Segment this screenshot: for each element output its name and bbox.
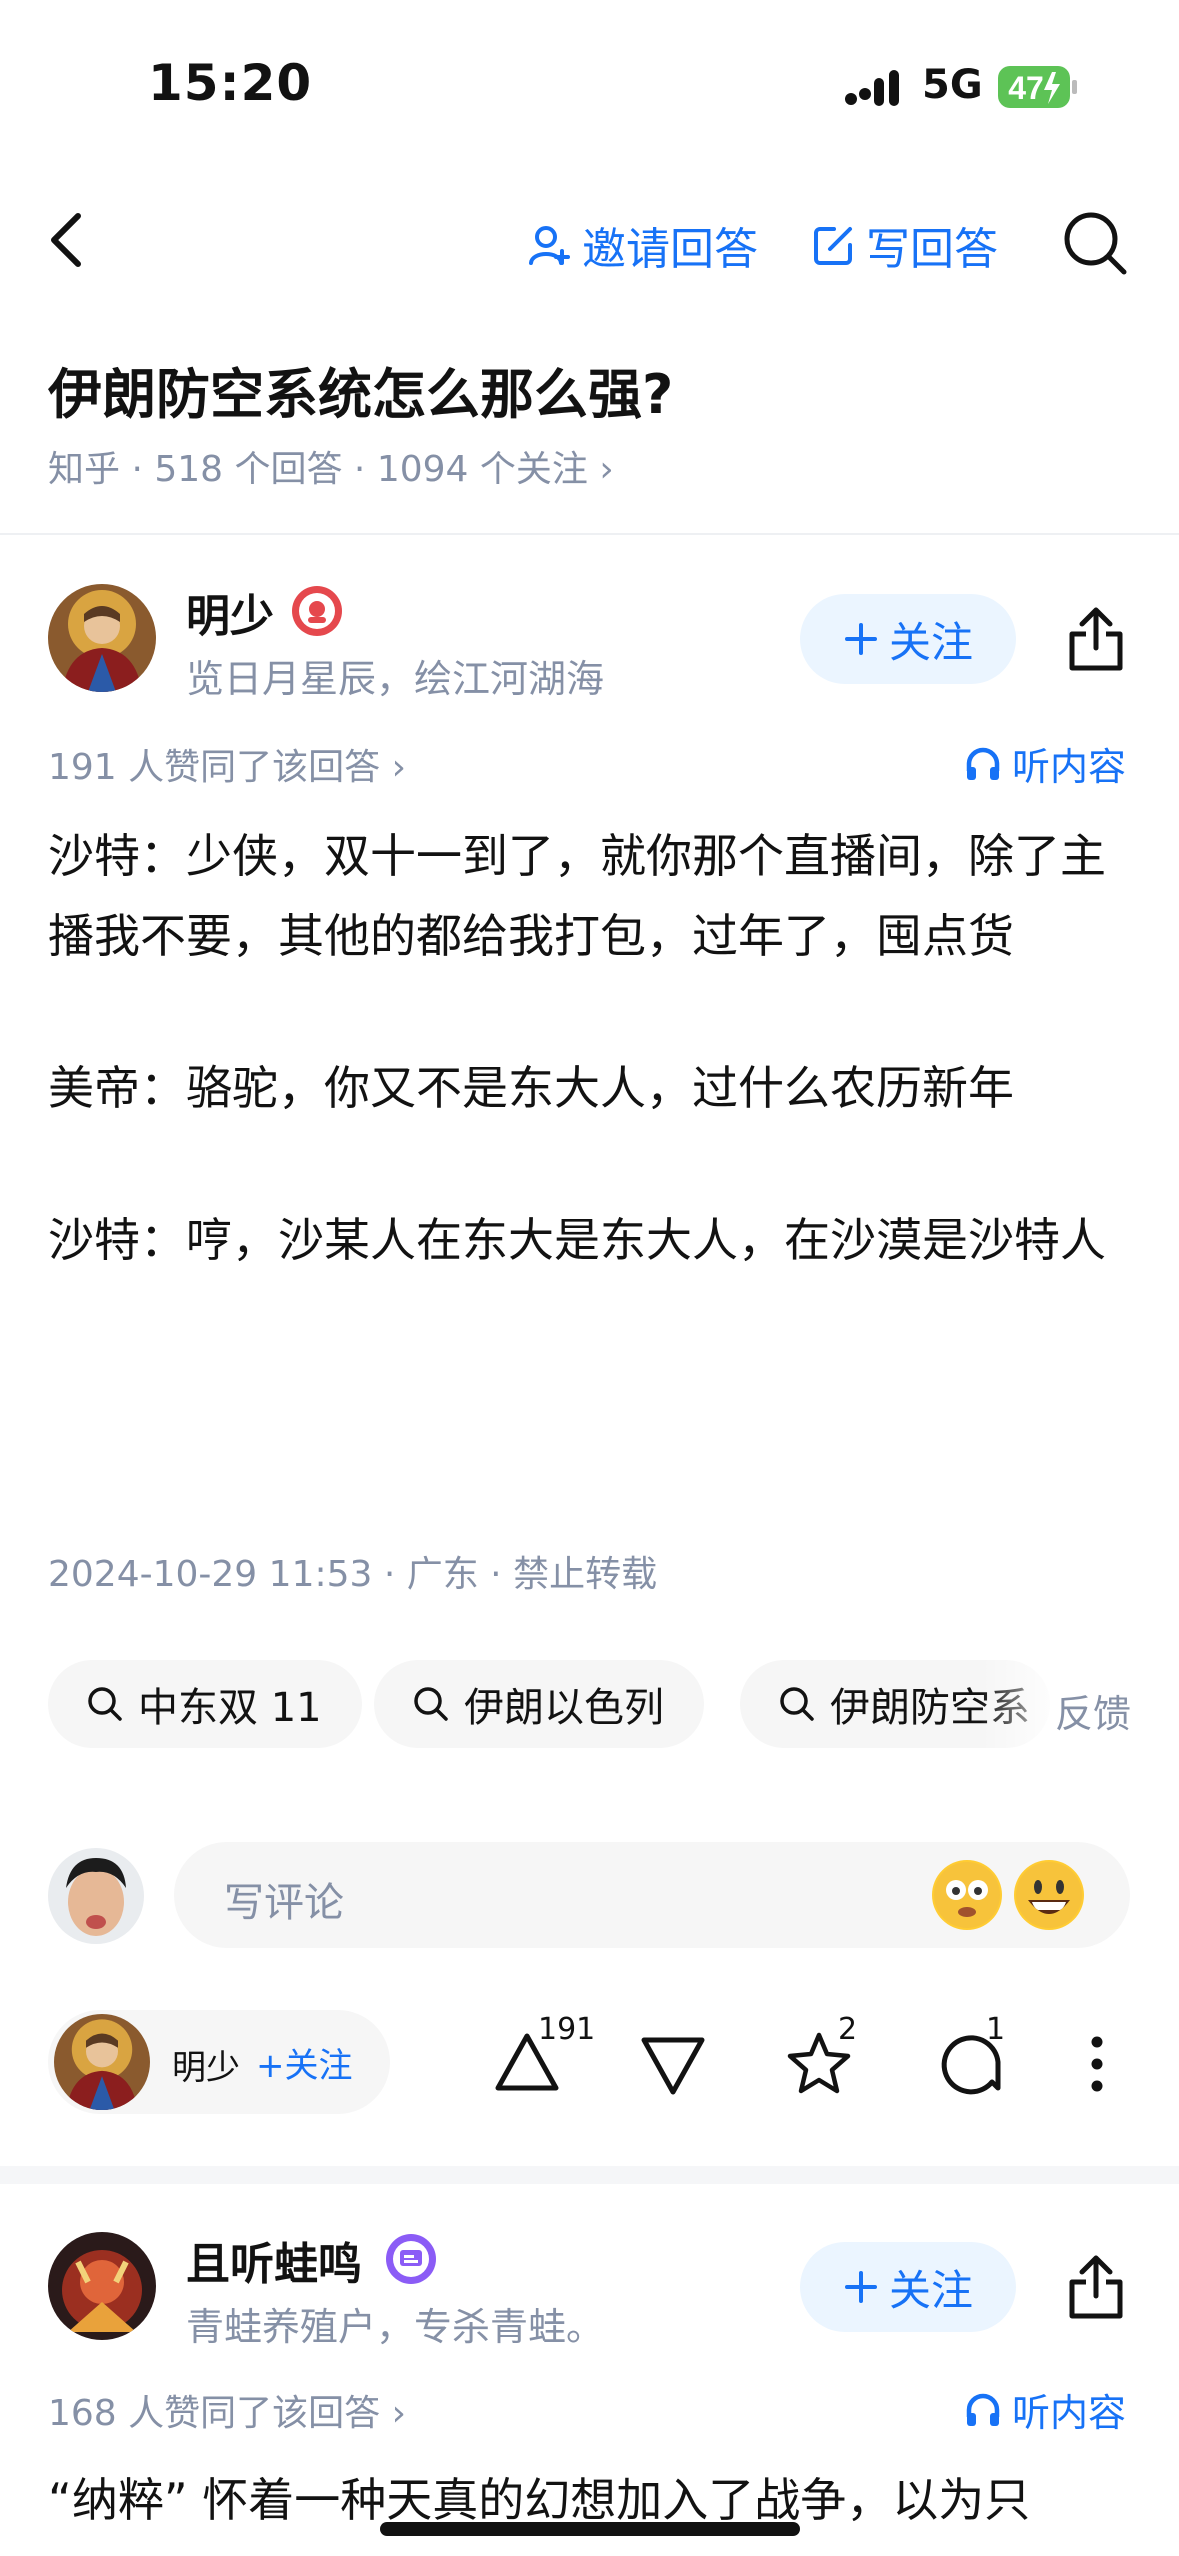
listen-button[interactable]: 听内容 [964,2382,1126,2437]
battery-icon: 47 [998,66,1078,108]
write-answer-button[interactable]: 写回答 [812,212,998,278]
listen-button[interactable]: 听内容 [964,736,1126,791]
share-icon[interactable] [1064,2252,1128,2322]
bar-author-avatar[interactable] [54,2014,150,2110]
favorite-count: 2 [838,2012,858,2047]
home-indicator[interactable] [380,2522,800,2536]
author-bio: 青蛙养殖户，专杀青蛙。 [186,2305,605,2349]
signal-icon [845,70,905,106]
author-avatar[interactable] [48,584,156,692]
badge-icon [292,586,342,636]
headphones-icon [964,745,1002,783]
search-icon[interactable] [1060,208,1130,278]
battery-level: 47 [1008,70,1044,106]
follow-label: 关注 [888,2265,973,2315]
upvote-count: 191 [538,2012,596,2047]
grinning-emoji-icon[interactable] [1014,1860,1084,1930]
user-avatar[interactable] [48,1848,144,1944]
search-icon [412,1685,450,1723]
follow-button[interactable]: 关注 [800,2242,1016,2332]
tag-label: 中东双 11 [138,1685,322,1731]
feedback-button[interactable]: 反馈 [1055,1683,1131,1738]
comment-count: 1 [986,2012,1006,2047]
headphones-icon [964,2391,1002,2429]
write-answer-label: 写回答 [866,224,998,275]
invite-answer-button[interactable]: 邀请回答 [528,212,758,278]
badge-icon [386,2234,436,2284]
author-name[interactable]: 且听蛙鸣 [186,2228,362,2292]
plus-icon [843,2269,879,2305]
tag-label: 伊朗以色列 [464,1685,664,1731]
search-tag[interactable]: 中东双 11 [48,1660,362,1748]
upvote-summary[interactable]: 168 人赞同了该回答 › [48,2384,406,2436]
answer-paragraph: 美帝：骆驼，你又不是东大人，过什么农历新年 [48,1061,1014,1115]
listen-label: 听内容 [1012,2391,1127,2435]
search-icon [778,1685,816,1723]
invite-answer-label: 邀请回答 [582,224,758,275]
follow-label: 关注 [888,617,973,667]
invite-user-icon [528,223,572,267]
comment-placeholder: 写评论 [224,1880,344,1926]
author-avatar[interactable] [48,2232,156,2340]
share-icon[interactable] [1064,604,1128,674]
search-icon [86,1685,124,1723]
bar-author-name: 明少 [172,2048,240,2088]
section-divider [0,2166,1179,2184]
answer-paragraph: 沙特：少侠，双十一到了，就你那个直播间，除了主播我不要，其他的都给我打包，过年了… [48,829,1106,963]
answer-meta: 2024-10-29 11:53 · 广东 · 禁止转载 [48,1554,658,1595]
follow-button[interactable]: 关注 [800,594,1016,684]
edit-icon [812,223,856,267]
search-tag[interactable]: 伊朗以色列 [374,1660,704,1748]
back-button[interactable] [44,210,88,270]
question-title[interactable]: 伊朗防空系统怎么那么强? [48,350,673,429]
upvote-summary[interactable]: 191 人赞同了该回答 › [48,738,406,790]
downvote-icon[interactable] [638,2034,708,2098]
status-time: 15:20 [148,54,313,112]
plus-icon [843,621,879,657]
author-bio: 览日月星辰，绘江河湖海 [186,657,605,701]
divider [0,533,1179,535]
question-meta[interactable]: 知乎 · 518 个回答 · 1094 个关注 › [48,440,614,492]
network-label: 5G [922,62,983,108]
listen-label: 听内容 [1012,745,1127,789]
author-name[interactable]: 明少 [186,580,274,644]
answer-body[interactable]: 沙特：少侠，双十一到了，就你那个直播间，除了主播我不要，其他的都给我打包，过年了… [48,816,1138,1352]
answer-paragraph: 沙特：哼，沙某人在东大是东大人，在沙漠是沙特人 [48,1213,1106,1267]
bar-follow-button[interactable]: +关注 [256,2038,353,2087]
thinking-emoji-icon[interactable] [932,1860,1002,1930]
more-icon[interactable] [1090,2034,1104,2094]
